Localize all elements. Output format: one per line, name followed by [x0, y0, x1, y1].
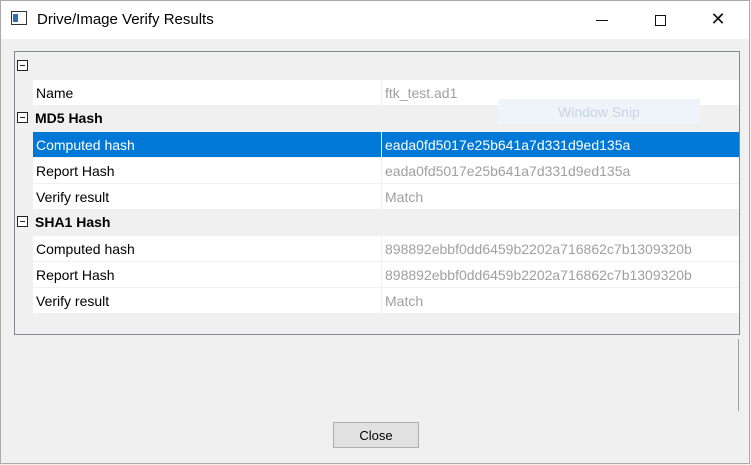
column-divider	[381, 236, 382, 262]
property-row-md5-report[interactable]: Report Hash eada0fd5017e25b641a7d331d9ed…	[15, 158, 739, 184]
close-window-button[interactable]: ✕	[695, 1, 741, 39]
app-icon	[11, 11, 27, 25]
minimize-button[interactable]	[579, 1, 625, 39]
property-value: Match	[385, 293, 424, 309]
column-divider	[381, 80, 382, 106]
root-category-row	[15, 54, 739, 80]
column-divider	[381, 158, 382, 184]
title-bar[interactable]: Drive/Image Verify Results ✕	[1, 1, 749, 39]
column-divider	[381, 288, 382, 314]
maximize-button[interactable]	[637, 1, 683, 39]
column-divider	[381, 262, 382, 288]
window-title: Drive/Image Verify Results	[37, 11, 214, 28]
property-value: eada0fd5017e25b641a7d331d9ed135a	[385, 137, 631, 153]
close-icon: ✕	[710, 9, 726, 30]
category-label: MD5 Hash	[35, 110, 103, 126]
property-value: 898892ebbf0dd6459b2202a716862c7b1309320b	[385, 267, 692, 283]
collapse-icon[interactable]	[17, 112, 28, 123]
resize-edge	[738, 339, 739, 411]
close-button[interactable]: Close	[333, 422, 419, 448]
property-name: Computed hash	[36, 137, 135, 153]
window-snip-overlay: Window Snip	[498, 99, 700, 124]
property-name: Report Hash	[36, 267, 115, 283]
column-divider	[381, 132, 382, 158]
property-row-sha1-computed[interactable]: Computed hash 898892ebbf0dd6459b2202a716…	[15, 236, 739, 262]
collapse-icon[interactable]	[17, 216, 28, 227]
property-row-sha1-verify[interactable]: Verify result Match	[15, 288, 739, 314]
property-name: Verify result	[36, 293, 110, 309]
verify-results-window: Drive/Image Verify Results ✕ Name ftk_te…	[0, 0, 750, 464]
property-row-sha1-report[interactable]: Report Hash 898892ebbf0dd6459b2202a71686…	[15, 262, 739, 288]
property-name: Name	[36, 85, 74, 101]
property-row-md5-computed[interactable]: Computed hash eada0fd5017e25b641a7d331d9…	[15, 132, 739, 158]
collapse-icon[interactable]	[17, 60, 28, 71]
property-name: Verify result	[36, 189, 110, 205]
category-label: SHA1 Hash	[35, 214, 111, 230]
property-value: 898892ebbf0dd6459b2202a716862c7b1309320b	[385, 241, 692, 257]
property-name: Report Hash	[36, 163, 115, 179]
column-divider	[381, 184, 382, 210]
property-grid: Name ftk_test.ad1 MD5 Hash Computed hash…	[14, 51, 740, 335]
property-name: Computed hash	[36, 241, 135, 257]
property-row-md5-verify[interactable]: Verify result Match	[15, 184, 739, 210]
minimize-icon	[596, 19, 608, 21]
property-value: ftk_test.ad1	[385, 85, 458, 101]
property-value: Match	[385, 189, 424, 205]
maximize-icon	[654, 14, 666, 26]
property-value: eada0fd5017e25b641a7d331d9ed135a	[385, 163, 631, 179]
category-sha1[interactable]: SHA1 Hash	[15, 210, 739, 236]
